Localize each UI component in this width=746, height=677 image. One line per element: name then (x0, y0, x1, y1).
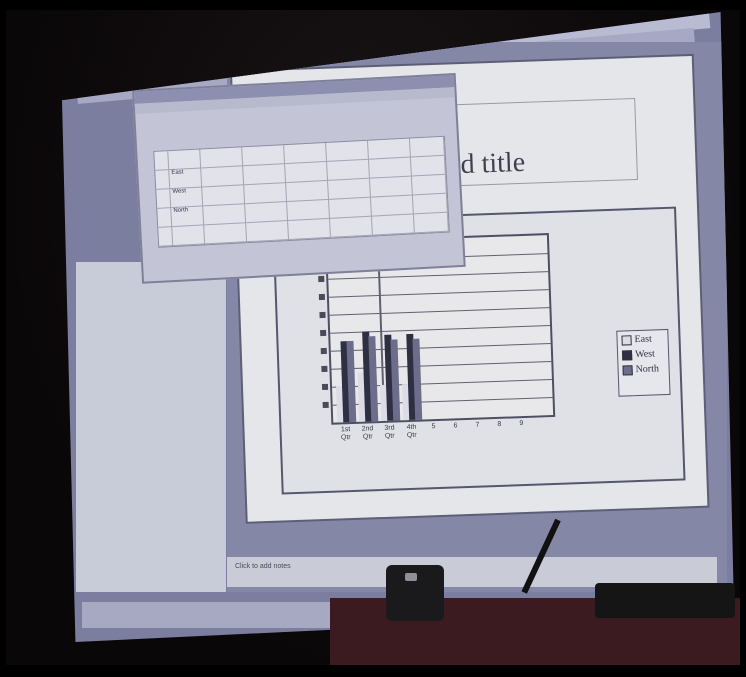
y-tick-mark (321, 365, 328, 373)
datasheet-cell[interactable] (329, 197, 372, 219)
x-tick-label: 7 (475, 421, 480, 429)
datasheet-cell[interactable] (284, 142, 328, 165)
datasheet-cell[interactable] (204, 223, 248, 245)
x-tick-label: 2nd Qtr (361, 425, 374, 441)
datasheet-cell[interactable] (286, 180, 330, 203)
datasheet-cell[interactable] (288, 218, 332, 240)
legend-swatch (621, 334, 632, 346)
datasheet-cell[interactable] (156, 189, 172, 209)
x-tick-label: 6 (453, 422, 458, 430)
y-tick-mark (321, 383, 329, 391)
datasheet-cell[interactable] (200, 147, 244, 169)
datasheet-cell[interactable] (287, 199, 331, 222)
x-tick-label: 1st Qtr (340, 426, 351, 442)
chart-legend[interactable]: East West North (616, 328, 671, 397)
y-tick-mark (319, 311, 326, 319)
datasheet-cell[interactable] (328, 178, 371, 200)
datasheet-cell[interactable] (243, 164, 287, 186)
datasheet-cell[interactable] (413, 212, 449, 234)
x-tick-label: 3rd Qtr (384, 424, 395, 440)
datasheet-cell[interactable] (154, 151, 170, 171)
datasheet-cell[interactable] (410, 155, 446, 177)
legend-label: West (634, 348, 656, 361)
gridline (328, 289, 549, 298)
datasheet-cell[interactable] (244, 183, 288, 205)
device-indicator (405, 573, 417, 581)
x-tick-label: 4th Qtr (406, 423, 417, 440)
datasheet-cell[interactable] (201, 166, 245, 188)
datasheet-cell[interactable] (168, 149, 202, 171)
datasheet-cell[interactable] (202, 185, 246, 207)
y-tick-mark (318, 275, 325, 283)
legend-item-north[interactable]: North (622, 363, 664, 375)
datasheet-row-header[interactable]: East (169, 168, 203, 190)
datasheet-cell[interactable] (367, 138, 411, 160)
datasheet-cell[interactable] (203, 204, 247, 226)
datasheet-cell[interactable] (157, 208, 173, 228)
bar-north-4[interactable] (412, 338, 423, 420)
y-tick-mark (322, 401, 329, 409)
legend-item-west[interactable]: West (621, 348, 664, 361)
datasheet-cell[interactable] (172, 225, 206, 247)
y-tick-mark (320, 329, 327, 337)
datasheet-cell[interactable] (330, 216, 373, 238)
outline-pane[interactable] (76, 262, 226, 592)
gridline (328, 271, 549, 280)
datasheet-row-header[interactable]: North (171, 206, 205, 228)
y-tick-mark (320, 347, 327, 355)
datasheet-cell[interactable] (158, 227, 174, 247)
datasheet-cell[interactable] (242, 145, 286, 167)
datasheet-grid[interactable]: East West North (153, 135, 450, 248)
legend-label: North (635, 363, 660, 376)
y-tick-mark (318, 293, 326, 301)
bar-north-3[interactable] (390, 339, 401, 421)
legend-label: East (634, 333, 652, 346)
datasheet-window[interactable]: East West North (132, 73, 466, 284)
laptop-edge (595, 583, 735, 618)
datasheet-cell[interactable] (369, 176, 413, 198)
datasheet-cell[interactable] (285, 161, 329, 184)
bar-north-1[interactable] (346, 340, 357, 423)
legend-item-east[interactable]: East (621, 333, 663, 345)
datasheet-cell[interactable] (371, 214, 415, 236)
datasheet-cell[interactable] (327, 159, 370, 181)
presentation-app-window: FileEditViewInsertFormatToolsDataChartWi… (62, 12, 734, 642)
datasheet-cell[interactable] (155, 170, 171, 190)
datasheet-cell[interactable] (246, 221, 290, 243)
datasheet-cell[interactable] (411, 174, 447, 196)
datasheet-row-header[interactable]: West (170, 187, 204, 209)
datasheet-cell[interactable] (412, 193, 448, 215)
legend-swatch (621, 349, 633, 361)
datasheet-cell[interactable] (368, 157, 412, 179)
x-tick-label: 5 (431, 423, 436, 431)
datasheet-cell[interactable] (370, 195, 414, 217)
legend-swatch (622, 364, 633, 376)
x-tick-label: 8 (497, 420, 502, 428)
datasheet-cell[interactable] (326, 140, 369, 162)
outline-bullet (86, 297, 216, 306)
x-tick-label: 9 (519, 420, 524, 428)
gridline (329, 307, 550, 316)
datasheet-cell[interactable] (245, 202, 289, 224)
datasheet-cell[interactable] (409, 136, 445, 158)
